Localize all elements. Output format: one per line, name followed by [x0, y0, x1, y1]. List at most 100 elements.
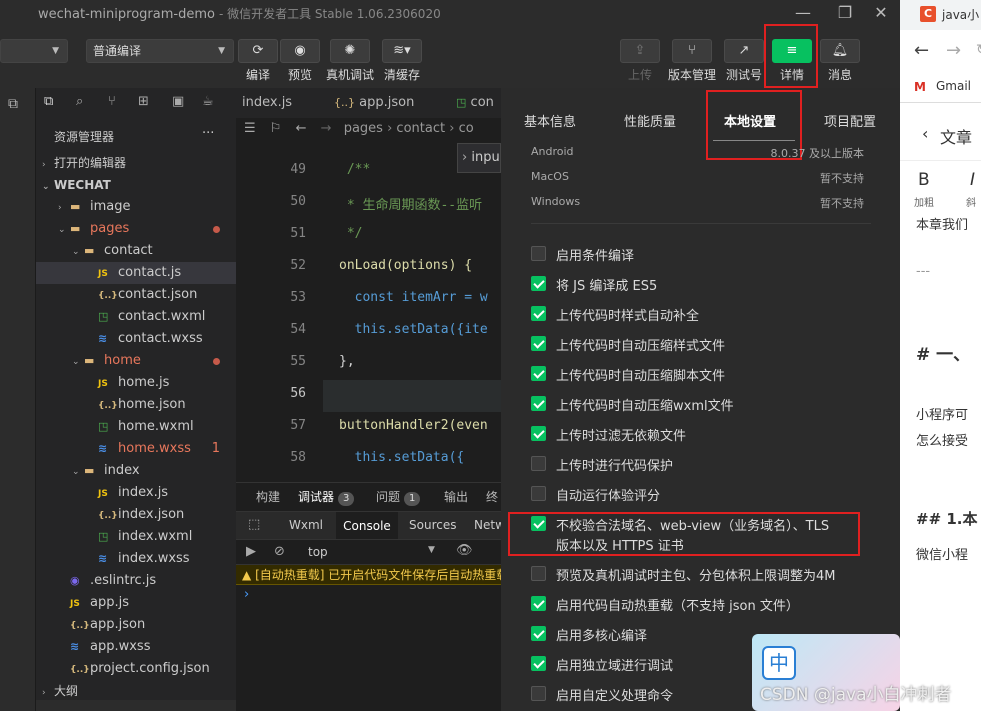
tab-wxml[interactable]: Wxml — [289, 518, 323, 532]
upload-button[interactable]: ⇪ — [620, 39, 660, 63]
eye-icon[interactable]: 👁︎ — [456, 543, 473, 558]
checkbox-checked[interactable] — [531, 276, 546, 291]
file-item[interactable]: ◉ .eslintrc.js — [36, 570, 236, 592]
file-item[interactable]: {..}contact.json — [36, 284, 236, 306]
file-item[interactable]: JS index.js — [36, 482, 236, 504]
file-item[interactable]: ≋ contact.wxss — [36, 328, 236, 350]
file-item[interactable]: JS home.js — [36, 372, 236, 394]
checkbox-unchecked[interactable] — [531, 246, 546, 261]
setting-option[interactable]: 预览及真机调试时主包、分包体积上限调整为4M — [531, 563, 871, 585]
folder-item[interactable]: ⌄ ▬ index — [36, 460, 236, 482]
list-icon[interactable]: ☰ — [244, 121, 256, 136]
file-item[interactable]: {..}home.json — [36, 394, 236, 416]
setting-option[interactable]: 自动运行体验评分 — [531, 483, 871, 505]
checkbox-unchecked[interactable] — [531, 456, 546, 471]
details-button[interactable]: ≡ — [772, 39, 812, 63]
debugger-tab[interactable]: 输出 — [444, 483, 468, 511]
sidebar-toggle-icon[interactable]: ▶︎ — [246, 544, 256, 559]
setting-option[interactable]: 上传时进行代码保护 — [531, 453, 871, 475]
checkbox-checked[interactable] — [531, 336, 546, 351]
bold-icon[interactable]: B — [918, 170, 930, 190]
debug-icon[interactable]: ☕︎ — [202, 94, 214, 109]
setting-option[interactable]: 上传代码时自动压缩wxml文件 — [531, 393, 871, 415]
checkbox-checked[interactable] — [531, 366, 546, 381]
code-editor[interactable]: › inpu 49 /** 50 * 生命周期函数--监听 51 */ 52 onLoa… — [236, 140, 501, 482]
file-item[interactable]: {..}project.config.json — [36, 658, 236, 680]
file-item[interactable]: ◳ home.wxml — [36, 416, 236, 438]
project-section[interactable]: ⌄ WECHAT — [36, 174, 236, 196]
file-item[interactable]: JS contact.js — [36, 262, 236, 284]
tab-index-js[interactable]: index.js — [236, 88, 324, 118]
tab-basic-info[interactable]: 基本信息 — [524, 111, 576, 130]
search-icon[interactable]: ⌕ — [76, 94, 83, 109]
close-icon[interactable]: ✕ — [868, 2, 894, 24]
checkbox-unchecked[interactable] — [531, 486, 546, 501]
checkbox-checked[interactable] — [531, 426, 546, 441]
checkbox-checked[interactable] — [531, 306, 546, 321]
tab-contact[interactable]: ◳ con — [450, 88, 501, 118]
outline-section[interactable]: › 大纲 — [36, 680, 236, 702]
more-icon[interactable]: ··· — [202, 126, 214, 141]
checkbox-checked[interactable] — [531, 656, 546, 671]
checkbox-unchecked[interactable] — [531, 686, 546, 701]
file-item[interactable]: ◳ contact.wxml — [36, 306, 236, 328]
version-button[interactable]: ⑂ — [672, 39, 712, 63]
preview-button[interactable]: ◉ — [280, 39, 320, 63]
back-icon[interactable]: ← — [296, 121, 307, 136]
file-item[interactable]: ≋ app.wxss — [36, 636, 236, 658]
file-item[interactable]: {..}app.json — [36, 614, 236, 636]
compile-button[interactable]: ⟳ — [238, 39, 278, 63]
files-icon[interactable]: ⧉ — [8, 96, 18, 112]
chevron-down-icon[interactable]: ▼ — [428, 545, 435, 555]
console-prompt[interactable]: › — [244, 587, 249, 602]
context-select[interactable]: top — [308, 545, 328, 559]
mode-dropdown[interactable]: ▼ — [0, 39, 68, 63]
save-icon[interactable]: ▣ — [172, 94, 184, 109]
bookmark-gmail[interactable]: Gmail — [936, 79, 971, 93]
folder-item[interactable]: ⌄ ▬ pages — [36, 218, 236, 240]
breadcrumb-contact[interactable]: contact — [396, 121, 445, 136]
checkbox-checked[interactable] — [531, 626, 546, 641]
file-item[interactable]: {..}index.json — [36, 504, 236, 526]
source-control-icon[interactable]: ⑂ — [108, 94, 116, 109]
folder-item[interactable]: ⌄ ▬ contact — [36, 240, 236, 262]
inspect-icon[interactable]: ⬚ — [248, 517, 260, 532]
tab-performance[interactable]: 性能质量 — [624, 111, 676, 130]
clear-cache-button[interactable]: ≋▾ — [382, 39, 422, 63]
file-item[interactable]: ◳ index.wxml — [36, 526, 236, 548]
clear-console-icon[interactable]: ⊘ — [274, 544, 285, 559]
copy-icon[interactable]: ⧉ — [44, 94, 53, 109]
tab-sources[interactable]: Sources — [409, 518, 456, 532]
setting-option[interactable]: 将 JS 编译成 ES5 — [531, 273, 871, 295]
debugger-tab[interactable]: 构建 — [256, 483, 280, 511]
chevron-left-icon[interactable]: ‹ — [922, 124, 928, 143]
file-item[interactable]: JS app.js — [36, 592, 236, 614]
tab-console[interactable]: Console — [336, 512, 398, 540]
setting-option[interactable]: 启用条件编译 — [531, 243, 871, 265]
extensions-icon[interactable]: ⊞ — [138, 94, 149, 109]
debugger-tab[interactable]: 问题 1 — [376, 483, 421, 511]
test-account-button[interactable]: ↗ — [724, 39, 764, 63]
checkbox-unchecked[interactable] — [531, 566, 546, 581]
maximize-icon[interactable]: ❐ — [832, 2, 858, 24]
folder-item[interactable]: ⌄ ▬ home — [36, 350, 236, 372]
debugger-tab[interactable]: 调试器 3 — [298, 483, 355, 511]
file-item[interactable]: ≋ index.wxss — [36, 548, 236, 570]
breadcrumb-pages[interactable]: pages — [344, 121, 383, 136]
reload-icon[interactable]: ↻ — [976, 42, 981, 58]
bookmark-icon[interactable]: ⚐ — [270, 121, 282, 136]
checkbox-checked[interactable] — [531, 596, 546, 611]
remote-debug-button[interactable]: ✺ — [330, 39, 370, 63]
folder-item[interactable]: › ▬ image — [36, 196, 236, 218]
forward-arrow-icon[interactable]: → — [946, 40, 961, 61]
file-item[interactable]: ≋ home.wxss 1 — [36, 438, 236, 460]
setting-option[interactable]: 上传代码时样式自动补全 — [531, 303, 871, 325]
browser-tab[interactable]: C java小 — [900, 0, 981, 30]
tab-project-config[interactable]: 项目配置 — [824, 111, 876, 130]
compile-mode-select[interactable]: 普通编译 ▼ — [86, 39, 234, 63]
setting-option[interactable]: 上传代码时自动压缩样式文件 — [531, 333, 871, 355]
breadcrumb-file[interactable]: co — [459, 121, 474, 136]
debugger-tab[interactable]: 终 — [486, 483, 498, 511]
minimize-icon[interactable]: — — [790, 2, 816, 24]
checkbox-checked[interactable] — [531, 396, 546, 411]
